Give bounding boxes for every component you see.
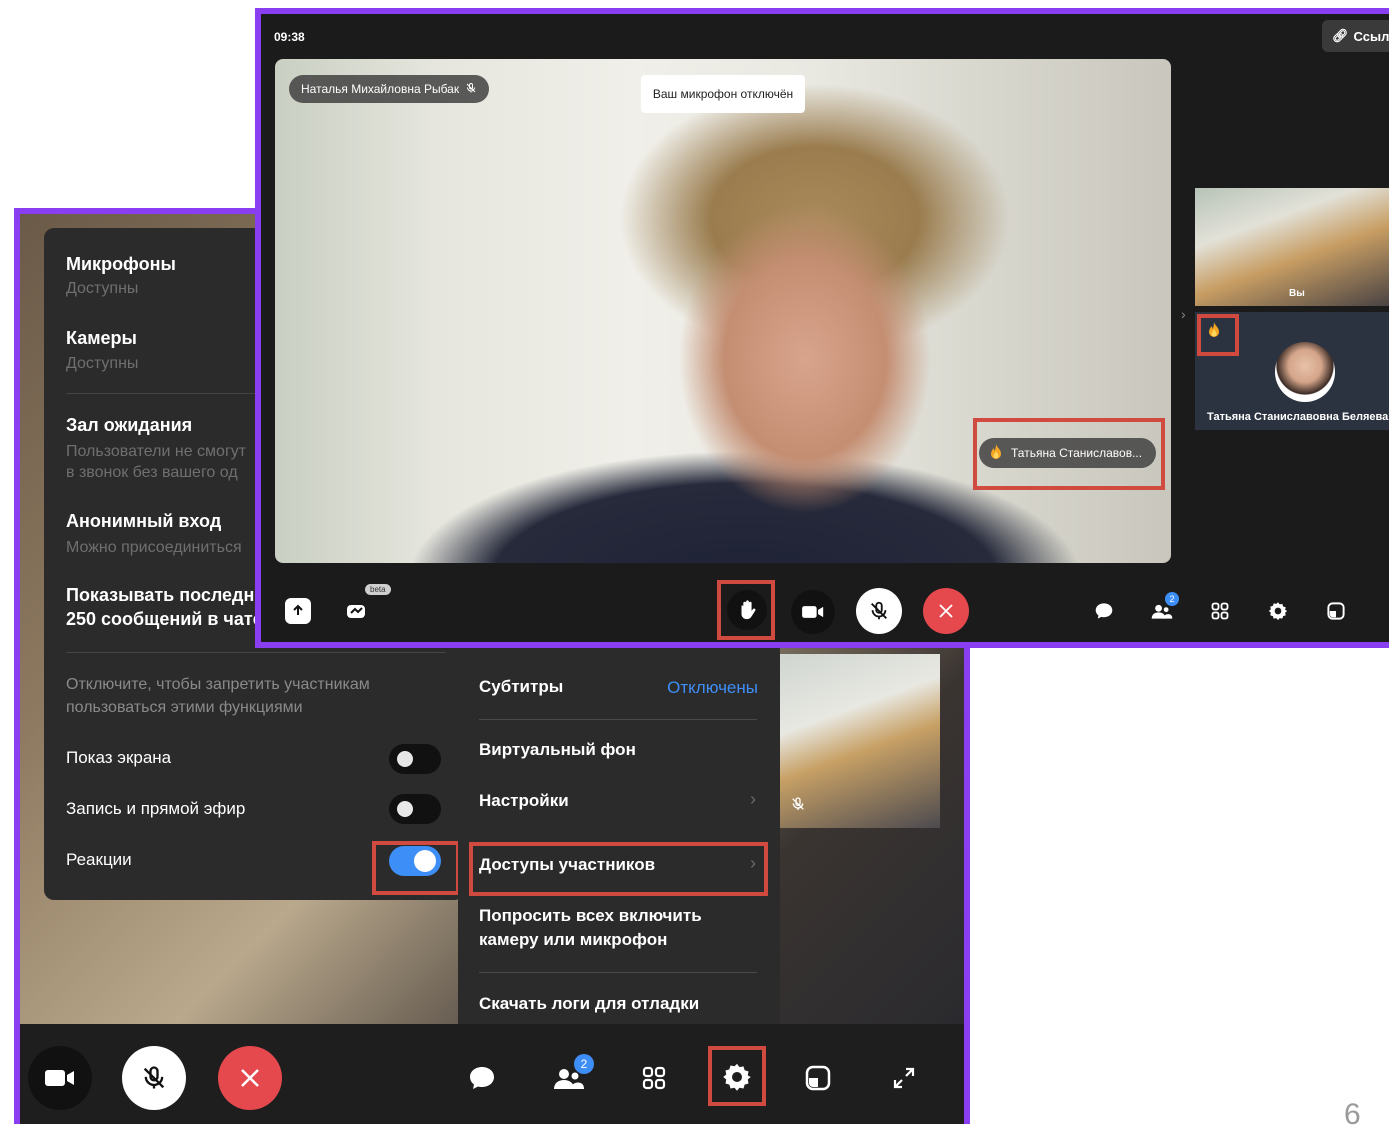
ask-all-enable-line-2[interactable]: камеру или микрофон [479,928,667,952]
fullscreen-button[interactable] [884,1058,924,1098]
mic-off-icon [140,1064,168,1092]
pip-button[interactable] [798,1058,838,1098]
mic-off-toast: Ваш микрофон отключён [641,75,805,113]
participant-name: Татьяна Станиславовна Беляева [1207,411,1389,423]
divider [479,972,757,973]
beta-badge: beta [365,584,391,595]
gear-icon [1268,601,1288,621]
mic-toggle-button[interactable] [856,588,902,634]
highlight-reactions-toggle [372,841,460,895]
speaker-name: Наталья Михайловна Рыбак [301,82,460,96]
divider [66,652,446,653]
highlight-raise-hand [717,580,775,640]
participants-button[interactable]: 2 [546,1054,594,1098]
chat-history-line-1[interactable]: Показывать последни [66,585,265,606]
mic-off-icon [790,796,806,817]
page-number: 6 [1344,1098,1361,1131]
camera-icon [802,604,824,620]
waiting-room-desc-2: в звонок без вашего од [66,464,238,481]
close-icon [937,602,955,620]
anonymous-entry-desc: Можно присоединиться [66,539,242,556]
virtual-background-item[interactable]: Виртуальный фон [479,738,636,762]
mic-off-icon [465,82,477,97]
perm-microphones-title: Микрофоны [66,254,176,274]
subtitles-status[interactable]: Отключены [667,678,758,698]
waiting-room-title[interactable]: Зал ожидания [66,415,192,436]
clock: 09:38 [274,30,305,44]
subtitles-item[interactable]: Субтитры [479,675,563,699]
settings-button[interactable] [1265,598,1291,624]
screen-share-toggle[interactable] [389,744,441,774]
participants-count-badge: 2 [1165,592,1179,606]
record-icon [346,602,370,620]
highlight-participant-access [469,842,768,896]
picture-in-picture-icon [1327,602,1345,620]
permissions-hint-2: пользоваться этими функциями [66,699,303,716]
link-icon: 🔗︎ [1332,28,1349,43]
upload-icon [291,604,305,618]
pip-button[interactable] [1323,598,1349,624]
permissions-hint-1: Отключите, чтобы запретить участникам [66,676,370,693]
record-button[interactable]: beta [343,584,391,624]
download-logs-item[interactable]: Скачать логи для отладки [479,992,699,1016]
highlight-settings-button [708,1046,766,1106]
end-call-button[interactable] [923,588,969,634]
waiting-room-desc-1: Пользователи не смогут [66,443,247,460]
settings-item[interactable]: Настройки [479,789,569,813]
picture-in-picture-icon [805,1065,831,1091]
highlight-tile-reaction [1197,314,1239,356]
speaker-name-chip: Наталья Михайловна Рыбак [289,75,490,103]
expand-icon [893,1067,915,1089]
front-call-window: 09:38 🔗︎ Ссылк Наталья Михайловна Рыбак В… [255,8,1389,648]
perm-microphones-status: Доступны [66,280,139,297]
perm-cameras-title: Камеры [66,328,137,348]
recording-toggle[interactable] [389,794,441,824]
highlight-reaction-chip [973,418,1165,490]
chevron-right-icon[interactable]: › [1181,306,1186,322]
chat-button[interactable] [462,1058,502,1098]
settings-dropdown-menu: Субтитры Отключены Виртуальный фон Настр… [458,640,780,1034]
layout-grid-button[interactable] [634,1058,674,1098]
chat-history-line-2: 250 сообщений в чате [66,609,263,629]
end-call-button[interactable] [218,1046,282,1110]
ask-all-enable-line-1[interactable]: Попросить всех включить [479,904,702,928]
mic-toggle-button[interactable] [122,1046,186,1110]
perm-cameras-status: Доступны [66,355,139,372]
mic-off-icon [868,600,890,622]
camera-button[interactable] [28,1046,92,1110]
back-self-thumbnail [776,654,940,828]
back-call-toolbar: 2 [20,1024,964,1124]
participant-avatar [1275,342,1335,402]
close-icon [238,1066,262,1090]
chat-button[interactable] [1091,598,1117,624]
screen-share-button[interactable] [285,598,311,624]
divider [479,719,757,720]
chat-bubble-icon [1094,602,1114,620]
anonymous-entry-title[interactable]: Анонимный вход [66,511,221,532]
grid-icon [642,1066,666,1090]
camera-icon [45,1067,75,1089]
chat-bubble-icon [468,1065,496,1091]
grid-icon [1211,602,1229,620]
chevron-right-icon: › [750,789,756,809]
layout-grid-button[interactable] [1207,598,1233,624]
self-label: Вы [1289,288,1305,299]
self-video-tile: Вы [1195,188,1389,306]
copy-link-label: Ссылк [1353,28,1389,44]
participants-button[interactable]: 2 [1147,592,1179,624]
camera-button[interactable] [791,590,835,634]
copy-link-button[interactable]: 🔗︎ Ссылк [1322,20,1389,52]
reactions-label: Реакции [66,850,132,869]
screen-share-label: Показ экрана [66,748,172,767]
participants-count-badge: 2 [574,1054,594,1074]
recording-label: Запись и прямой эфир [66,799,246,818]
